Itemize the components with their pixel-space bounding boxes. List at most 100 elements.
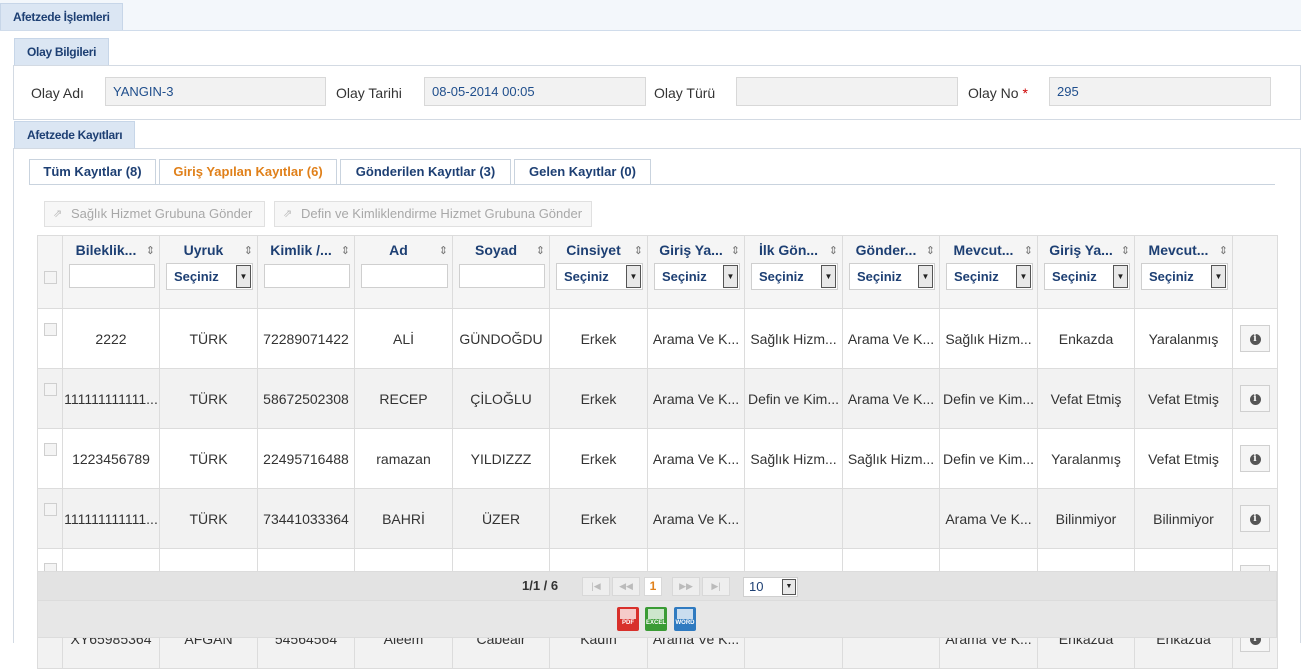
olay-adi-field[interactable]: YANGIN-3 bbox=[105, 77, 326, 106]
current-page[interactable]: 1 bbox=[644, 577, 662, 596]
chevron-down-icon[interactable]: ▼ bbox=[782, 579, 796, 595]
info-button[interactable]: i bbox=[1240, 445, 1270, 472]
pager: 1/1 / 6 |◀ ◀◀ 1 ▶▶ ▶| 10 ▼ bbox=[37, 571, 1277, 601]
filter-giris-durum-select[interactable]: Seçiniz ▼ bbox=[1044, 263, 1130, 290]
row-checkbox[interactable] bbox=[43, 323, 57, 336]
pager-info: 1/1 / 6 bbox=[522, 578, 559, 593]
cell-kimlik: 72289071422 bbox=[257, 308, 355, 369]
olay-no-label-text: Olay No bbox=[968, 85, 1019, 101]
info-button[interactable]: i bbox=[1240, 385, 1270, 412]
select-placeholder: Seçiniz bbox=[174, 269, 219, 284]
olay-tarihi-field[interactable]: 08-05-2014 00:05 bbox=[424, 77, 646, 106]
cell-ad: RECEP bbox=[354, 368, 453, 429]
olay-section-title: Olay Bilgileri bbox=[14, 38, 110, 65]
cell-cinsiyet: Erkek bbox=[549, 308, 648, 369]
filter-ilk-gonderilen-select[interactable]: Seçiniz ▼ bbox=[751, 263, 838, 290]
sort-icon[interactable]: ⇕ bbox=[1121, 242, 1130, 260]
cell-giris-durum: Yaralanmış bbox=[1037, 428, 1135, 489]
cell-giris-yapan: Arama Ve K... bbox=[647, 308, 745, 369]
tab-gonderilen[interactable]: Gönderilen Kayıtlar (3) bbox=[340, 159, 511, 184]
send-burial-button[interactable]: ⇗ Defin ve Kimliklendirme Hizmet Grubuna … bbox=[274, 201, 592, 227]
col-kimlik[interactable]: Kimlik /... ⇕ bbox=[257, 235, 355, 309]
select-placeholder: Seçiniz bbox=[1052, 269, 1097, 284]
col-giris-yapan[interactable]: Giriş Ya... ⇕ Seçiniz ▼ bbox=[647, 235, 745, 309]
col-soyad[interactable]: Soyad ⇕ bbox=[452, 235, 550, 309]
col-gonderen[interactable]: Gönder... ⇕ Seçiniz ▼ bbox=[842, 235, 940, 309]
select-all-checkbox[interactable] bbox=[43, 271, 57, 284]
filter-cinsiyet-select[interactable]: Seçiniz ▼ bbox=[556, 263, 643, 290]
row-checkbox[interactable] bbox=[43, 443, 57, 456]
sort-icon[interactable]: ⇕ bbox=[1024, 242, 1033, 260]
filter-mevcut-durum-select[interactable]: Seçiniz ▼ bbox=[1141, 263, 1228, 290]
info-button[interactable]: i bbox=[1240, 325, 1270, 352]
cell-mevcut-durum: Vefat Etmiş bbox=[1134, 368, 1233, 429]
cell-soyad: GÜNDOĞDU bbox=[452, 308, 550, 369]
filter-kimlik-input[interactable] bbox=[264, 264, 350, 288]
cell-giris-yapan: Arama Ve K... bbox=[647, 428, 745, 489]
sort-icon[interactable]: ⇕ bbox=[341, 242, 350, 260]
page-size-select[interactable]: 10 ▼ bbox=[743, 577, 798, 597]
chevron-down-icon[interactable]: ▼ bbox=[821, 265, 836, 288]
excel-export-icon[interactable]: EXCEL bbox=[645, 607, 667, 631]
send-health-button[interactable]: ⇗ Sağlık Hizmet Grubuna Gönder bbox=[44, 201, 265, 227]
pdf-export-icon[interactable]: PDF bbox=[617, 607, 639, 631]
filter-mevcut-grup-select[interactable]: Seçiniz ▼ bbox=[946, 263, 1033, 290]
table-row[interactable]: 2222 TÜRK 72289071422 ALİ GÜNDOĞDU Erkek Arama… bbox=[37, 308, 1278, 369]
tab-gelen[interactable]: Gelen Kayıtlar (0) bbox=[514, 159, 651, 184]
tab-giris-yapilan[interactable]: Giriş Yapılan Kayıtlar (6) bbox=[159, 159, 337, 185]
sort-icon[interactable]: ⇕ bbox=[731, 242, 740, 260]
col-uyruk[interactable]: Uyruk ⇕ Seçiniz ▼ bbox=[159, 235, 258, 309]
chevron-down-icon[interactable]: ▼ bbox=[918, 265, 933, 288]
sort-icon[interactable]: ⇕ bbox=[244, 242, 253, 260]
table-row[interactable]: 111111111111... TÜRK 58672502308 RECEP ÇİLOĞ… bbox=[37, 368, 1278, 429]
next-page-button[interactable]: ▶▶ bbox=[672, 577, 700, 596]
select-placeholder: Seçiniz bbox=[564, 269, 609, 284]
col-uyruk-label: Uyruk bbox=[183, 242, 224, 258]
sort-icon[interactable]: ⇕ bbox=[536, 242, 545, 260]
sort-icon[interactable]: ⇕ bbox=[1219, 242, 1228, 260]
filter-ad-input[interactable] bbox=[361, 264, 448, 288]
first-page-button[interactable]: |◀ bbox=[582, 577, 610, 596]
table-row[interactable]: 1223456789 TÜRK 22495716488 ramazan YILDIZZZ… bbox=[37, 428, 1278, 489]
table-row[interactable]: 111111111111... TÜRK 73441033364 BAHRİ ÜZER E… bbox=[37, 488, 1278, 549]
col-ad[interactable]: Ad ⇕ bbox=[354, 235, 453, 309]
cell-mevcut-grup: Arama Ve K... bbox=[939, 488, 1038, 549]
last-page-button[interactable]: ▶| bbox=[702, 577, 730, 596]
chevron-down-icon[interactable]: ▼ bbox=[1113, 265, 1128, 288]
info-button[interactable]: i bbox=[1240, 505, 1270, 532]
filter-giris-yapan-select[interactable]: Seçiniz ▼ bbox=[654, 263, 740, 290]
col-giris-durum[interactable]: Giriş Ya... ⇕ Seçiniz ▼ bbox=[1037, 235, 1135, 309]
chevron-down-icon[interactable]: ▼ bbox=[1211, 265, 1226, 288]
row-checkbox[interactable] bbox=[43, 383, 57, 396]
filter-uyruk-select[interactable]: Seçiniz ▼ bbox=[166, 263, 253, 290]
tab-tum-kayitlar[interactable]: Tüm Kayıtlar (8) bbox=[29, 159, 156, 184]
col-mevcut-grup[interactable]: Mevcut... ⇕ Seçiniz ▼ bbox=[939, 235, 1038, 309]
col-mevcut-durum[interactable]: Mevcut... ⇕ Seçiniz ▼ bbox=[1134, 235, 1233, 309]
col-cinsiyet-label: Cinsiyet bbox=[566, 242, 621, 258]
chevron-down-icon[interactable]: ▼ bbox=[626, 265, 641, 288]
olay-no-label: Olay No * bbox=[968, 85, 1028, 101]
chevron-down-icon[interactable]: ▼ bbox=[1016, 265, 1031, 288]
sort-icon[interactable]: ⇕ bbox=[146, 242, 155, 260]
col-ilk-gonderilen[interactable]: İlk Gön... ⇕ Seçiniz ▼ bbox=[744, 235, 843, 309]
olay-no-field[interactable]: 295 bbox=[1049, 77, 1271, 106]
olay-turu-field[interactable] bbox=[736, 77, 958, 106]
col-cinsiyet[interactable]: Cinsiyet ⇕ Seçiniz ▼ bbox=[549, 235, 648, 309]
row-select-cell bbox=[37, 368, 63, 429]
sort-icon[interactable]: ⇕ bbox=[634, 242, 643, 260]
row-checkbox[interactable] bbox=[43, 503, 57, 516]
filter-gonderen-select[interactable]: Seçiniz ▼ bbox=[849, 263, 935, 290]
chevron-down-icon[interactable]: ▼ bbox=[723, 265, 738, 288]
cell-cinsiyet: Erkek bbox=[549, 368, 648, 429]
sort-icon[interactable]: ⇕ bbox=[439, 242, 448, 260]
col-gonderen-label: Gönder... bbox=[855, 242, 917, 258]
filter-bileklik-input[interactable] bbox=[69, 264, 155, 288]
prev-page-button[interactable]: ◀◀ bbox=[612, 577, 640, 596]
sort-icon[interactable]: ⇕ bbox=[926, 242, 935, 260]
word-export-icon[interactable]: WORD bbox=[674, 607, 696, 631]
chevron-down-icon[interactable]: ▼ bbox=[236, 265, 251, 288]
sort-icon[interactable]: ⇕ bbox=[829, 242, 838, 260]
filter-soyad-input[interactable] bbox=[459, 264, 545, 288]
cell-ad: BAHRİ bbox=[354, 488, 453, 549]
col-bileklik[interactable]: Bileklik... ⇕ bbox=[62, 235, 160, 309]
